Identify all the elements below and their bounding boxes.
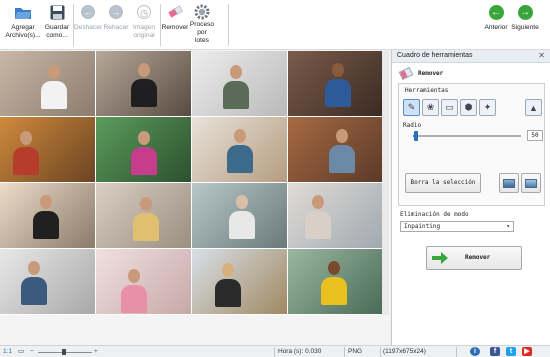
stamp-tool-icon[interactable]: ▲ (525, 99, 542, 116)
arrow-right-icon: → (107, 3, 125, 21)
zoom-in-icon[interactable]: + (94, 347, 98, 357)
remove-action-button[interactable]: Remover (426, 246, 522, 270)
polygon-tool-icon[interactable]: ⬢ (460, 99, 477, 116)
removal-mode-select[interactable]: Inpainting ▾ (400, 221, 514, 232)
panel-title: Cuadro de herramientas (397, 52, 473, 59)
lasso-tool-icon[interactable]: ❀ (422, 99, 439, 116)
toolbar-separator (228, 4, 229, 46)
rectangle-tool-icon[interactable]: ▭ (441, 99, 458, 116)
magic-wand-icon[interactable]: ✦ (479, 99, 496, 116)
previous-button[interactable]: ← Anterior (482, 3, 510, 49)
clock-icon: ◷ (135, 3, 153, 21)
collage-photo (0, 249, 95, 314)
collage-photo (288, 51, 383, 116)
image-save-icon (525, 179, 537, 188)
eraser-icon (398, 66, 414, 81)
fit-window-icon[interactable]: ▭ (18, 347, 24, 357)
arrow-right-icon (432, 252, 448, 264)
save-selection-button[interactable] (521, 173, 541, 193)
status-bar: 1:1 ▭ − + Hora (s): 0.030 PNG (1197x675x… (0, 345, 550, 357)
panel-header: Cuadro de herramientas ✕ (392, 50, 550, 63)
clear-selection-button[interactable]: Borra la selección (405, 173, 481, 193)
previous-label: Anterior (484, 24, 508, 31)
image-dimensions: (1197x675x24) (383, 348, 426, 355)
brush-tool-icon[interactable]: ✎ (403, 99, 420, 116)
image-load-icon (503, 179, 515, 188)
vertical-scrollbar[interactable] (382, 51, 389, 315)
redo-button[interactable]: → Rehacer (102, 3, 130, 49)
redo-label: Rehacer (103, 24, 129, 31)
chevron-down-icon: ▾ (506, 223, 510, 230)
batch-process-button[interactable]: Proceso por lotes (190, 3, 214, 49)
youtube-icon[interactable]: ▶ (522, 347, 532, 356)
next-label: Siguiente (511, 24, 539, 31)
gear-icon (193, 3, 211, 21)
zoom-slider-thumb[interactable] (62, 349, 66, 355)
save-as-label: Guardar como... (44, 24, 70, 39)
photo-collage (0, 51, 383, 315)
tools-group: Herramientas ✎ ❀ ▭ ⬢ ✦ ▲ Radio 50 Borra … (398, 83, 545, 206)
next-button[interactable]: → Siguiente (510, 3, 540, 49)
collage-photo (96, 183, 191, 248)
collage-photo (288, 117, 383, 182)
tool-name: Remover (418, 70, 444, 77)
add-files-button[interactable]: Agregar Archivo(s)... (4, 3, 42, 49)
arrow-left-icon: ← (487, 3, 505, 21)
toolbar: Agregar Archivo(s)... Guardar como... ← … (0, 0, 550, 50)
collage-photo (192, 51, 287, 116)
image-format: PNG (348, 348, 363, 355)
status-separator (274, 347, 275, 357)
collage-photo (96, 51, 191, 116)
original-image-label: Imagen original (133, 24, 155, 39)
collage-photo (0, 51, 95, 116)
arrow-right-icon: → (516, 3, 534, 21)
collage-photo (192, 249, 287, 314)
processing-time: Hora (s): 0.030 (278, 348, 322, 355)
info-icon[interactable]: i (470, 347, 480, 356)
batch-process-label: Proceso por lotes (189, 21, 215, 44)
collage-photo (0, 183, 95, 248)
status-separator (344, 347, 345, 357)
removal-mode-value: Inpainting (404, 223, 441, 230)
add-files-label: Agregar Archivo(s)... (5, 24, 41, 39)
twitter-icon[interactable]: t (506, 347, 516, 356)
toolbox-panel: Cuadro de herramientas ✕ Remover Herrami… (391, 50, 550, 345)
collage-photo (192, 183, 287, 248)
removal-mode-label: Eliminación de modo (400, 211, 469, 218)
remove-action-label: Remover (465, 254, 491, 261)
remove-button[interactable]: Remover (160, 3, 190, 49)
eraser-icon (166, 3, 184, 21)
radius-value[interactable]: 50 (527, 130, 543, 141)
tools-label: Herramientas (405, 87, 449, 94)
zoom-level[interactable]: 1:1 (3, 347, 12, 357)
load-selection-button[interactable] (499, 173, 519, 193)
original-image-button[interactable]: ◷ Imagen original (130, 3, 158, 49)
radius-label: Radio (403, 122, 422, 129)
arrow-left-icon: ← (79, 3, 97, 21)
radius-slider-thumb[interactable] (414, 131, 419, 141)
undo-label: Deshacer (73, 24, 103, 31)
close-icon[interactable]: ✕ (538, 51, 545, 60)
collage-photo (288, 183, 383, 248)
open-folder-icon (14, 3, 32, 21)
collage-photo (192, 117, 287, 182)
radius-slider[interactable] (413, 131, 521, 141)
facebook-icon[interactable]: f (490, 347, 500, 356)
undo-button[interactable]: ← Deshacer (74, 3, 102, 49)
zoom-out-icon[interactable]: − (30, 347, 34, 357)
collage-photo (0, 117, 95, 182)
collage-photo (96, 117, 191, 182)
collage-photo (96, 249, 191, 314)
status-separator (380, 347, 381, 357)
save-as-button[interactable]: Guardar como... (42, 3, 72, 49)
remove-label: Remover (161, 24, 189, 31)
tool-title: Remover (398, 66, 444, 81)
status-separator (456, 347, 457, 357)
floppy-disk-icon (48, 3, 66, 21)
image-canvas[interactable] (0, 50, 390, 345)
collage-photo (288, 249, 383, 314)
